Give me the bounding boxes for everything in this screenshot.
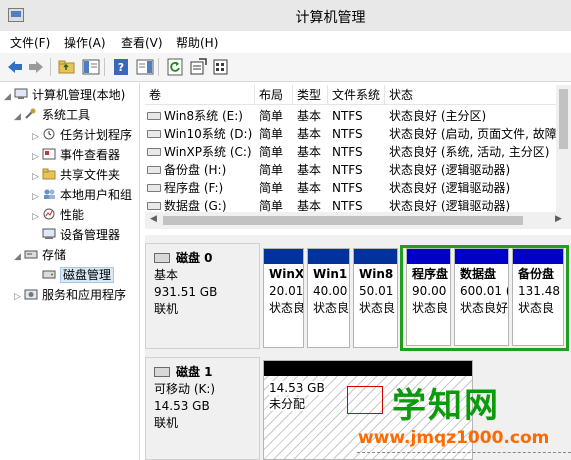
volume-icon (147, 148, 161, 156)
services-icon (24, 289, 38, 300)
partition-color-bar (264, 361, 472, 376)
table-row[interactable]: Win8系统 (E:) 简单 基本 NTFS 状态良好 (主分区) (145, 107, 571, 125)
tree-item-shared-folders[interactable]: ▷ 共享文件夹 (32, 165, 120, 185)
watermark-title: 学知网 (392, 386, 500, 426)
volume-list-vertical-scrollbar[interactable] (556, 85, 571, 212)
toolbar: ? (0, 53, 571, 82)
disk-icon (154, 367, 170, 377)
expand-arrow-icon[interactable]: ▷ (14, 287, 24, 307)
volume-icon (147, 112, 161, 120)
window-title: 计算机管理 (295, 10, 366, 26)
partition-winxp[interactable]: WinX 20.01 状态良 (263, 248, 304, 348)
partition-color-bar (455, 249, 508, 264)
refresh-icon[interactable] (166, 58, 184, 76)
tree-item-task-scheduler[interactable]: ▷ 任务计划程序 (32, 125, 132, 145)
menu-view[interactable]: 查看(V) (121, 34, 163, 51)
partition-program[interactable]: 程序盘 90.00 状态良 (406, 248, 451, 346)
up-folder-icon[interactable] (58, 58, 76, 76)
table-row[interactable]: 程序盘 (F:) 简单 基本 NTFS 状态良好 (逻辑驱动器) (145, 179, 571, 197)
menu-help[interactable]: 帮助(H) (176, 34, 218, 51)
column-header-status[interactable]: 状态 (385, 85, 571, 105)
scroll-right-icon[interactable]: ▶ (555, 214, 562, 224)
computer-management-icon (14, 88, 28, 99)
menu-action[interactable]: 操作(A) (64, 34, 106, 51)
table-row[interactable]: WinXP系统 (C:) 简单 基本 NTFS 状态良好 (系统, 活动, 主分… (145, 143, 571, 161)
scrollbar-thumb[interactable] (559, 89, 568, 149)
volume-icon (147, 130, 161, 138)
column-header-filesystem[interactable]: 文件系统 (328, 85, 385, 105)
users-icon (44, 189, 55, 199)
disk-1-label[interactable]: 磁盘 1 可移动 (K:) 14.53 GB 联机 (145, 357, 260, 460)
forward-icon[interactable] (27, 58, 45, 76)
expand-arrow-icon[interactable]: ▷ (32, 127, 42, 147)
partition-color-bar (407, 249, 450, 264)
partition-color-bar (354, 249, 397, 264)
help-icon[interactable]: ? (112, 58, 130, 76)
menu-file[interactable]: 文件(F) (10, 34, 50, 51)
volume-icon (147, 202, 161, 210)
device-manager-icon (42, 228, 56, 239)
disk-icon (154, 253, 170, 263)
tree-item-services[interactable]: ▷ 服务和应用程序 (14, 285, 126, 305)
scrollbar-thumb[interactable] (163, 216, 523, 225)
volume-list-horizontal-scrollbar[interactable]: ◀ ▶ (145, 212, 571, 229)
disk-management-icon (42, 270, 56, 279)
obscured-row (357, 452, 571, 460)
clock-icon (43, 128, 55, 140)
collapse-arrow-icon[interactable]: ◢ (14, 247, 24, 267)
toolbar-separator (50, 58, 51, 76)
table-row[interactable]: Win10系统 (D:) 简单 基本 NTFS 状态良好 (启动, 页面文件, … (145, 125, 571, 143)
navigation-tree: ◢ 计算机管理(本地) ◢ 系统工具 ▷ 任务计划程序 ▷ 事件查看器 ▷ 共享文件夹 ▷… (0, 83, 140, 460)
tree-item-local-users[interactable]: ▷ 本地用户和组 (32, 185, 132, 205)
partition-color-bar (308, 249, 349, 264)
export-icon[interactable] (212, 58, 230, 76)
tree-item-system-tools[interactable]: ◢ 系统工具 (14, 105, 90, 125)
partition-win8[interactable]: Win8 50.01 状态良 (353, 248, 398, 348)
disk-0-label[interactable]: 磁盘 0 基本 931.51 GB 联机 (145, 243, 260, 349)
table-row[interactable]: 备份盘 (H:) 简单 基本 NTFS 状态良好 (逻辑驱动器) (145, 161, 571, 179)
expand-arrow-icon[interactable]: ▷ (32, 187, 42, 207)
toolbar-separator (104, 58, 105, 76)
partition-color-bar (264, 249, 303, 264)
show-hide-tree-icon[interactable] (82, 58, 100, 76)
column-header-volume[interactable]: 卷 (145, 85, 255, 105)
properties-icon[interactable] (189, 58, 207, 76)
title-bar: 计算机管理 (0, 0, 571, 31)
event-viewer-icon (42, 148, 56, 160)
tree-item-storage[interactable]: ◢ 存储 (14, 245, 66, 265)
expand-arrow-icon[interactable]: ▷ (32, 207, 42, 227)
partition-backup[interactable]: 备份盘 131.48 状态良 (512, 248, 564, 346)
column-header-layout[interactable]: 布局 (255, 85, 293, 105)
highlight-box (347, 386, 383, 414)
tree-item-root[interactable]: ◢ 计算机管理(本地) (4, 85, 125, 105)
tree-item-performance[interactable]: ▷ 性能 (32, 205, 84, 225)
volume-list: 卷 布局 类型 文件系统 状态 Win8系统 (E:) 简单 基本 NTFS 状… (145, 85, 571, 230)
collapse-arrow-icon[interactable]: ◢ (14, 107, 24, 127)
performance-icon (43, 208, 55, 220)
tree-item-disk-management[interactable]: 磁盘管理 (42, 265, 115, 285)
storage-icon (24, 250, 38, 259)
toolbar-separator (158, 58, 159, 76)
expand-arrow-icon[interactable]: ▷ (32, 147, 42, 167)
tree-item-device-manager[interactable]: 设备管理器 (42, 225, 120, 245)
column-header-type[interactable]: 类型 (293, 85, 328, 105)
tree-item-event-viewer[interactable]: ▷ 事件查看器 (32, 145, 120, 165)
tools-icon (25, 108, 36, 119)
scroll-left-icon[interactable]: ◀ (150, 214, 157, 224)
volume-list-header: 卷 布局 类型 文件系统 状态 (145, 85, 571, 105)
shared-folder-icon (42, 168, 56, 180)
menu-bar: 文件(F) 操作(A) 查看(V) 帮助(H) (0, 31, 571, 53)
volume-icon (147, 184, 161, 192)
svg-text:?: ? (118, 61, 124, 74)
collapse-arrow-icon[interactable]: ◢ (4, 87, 14, 107)
watermark-url: www.jmqz1000.com (358, 428, 550, 448)
expand-arrow-icon[interactable]: ▷ (32, 167, 42, 187)
partition-data[interactable]: 数据盘 600.01 (状态良好 (454, 248, 509, 346)
show-action-pane-icon[interactable] (136, 58, 154, 76)
back-icon[interactable] (6, 58, 24, 76)
partition-win10[interactable]: Win1 40.00 状态良 (307, 248, 350, 348)
volume-icon (147, 166, 161, 174)
partition-color-bar (513, 249, 563, 264)
